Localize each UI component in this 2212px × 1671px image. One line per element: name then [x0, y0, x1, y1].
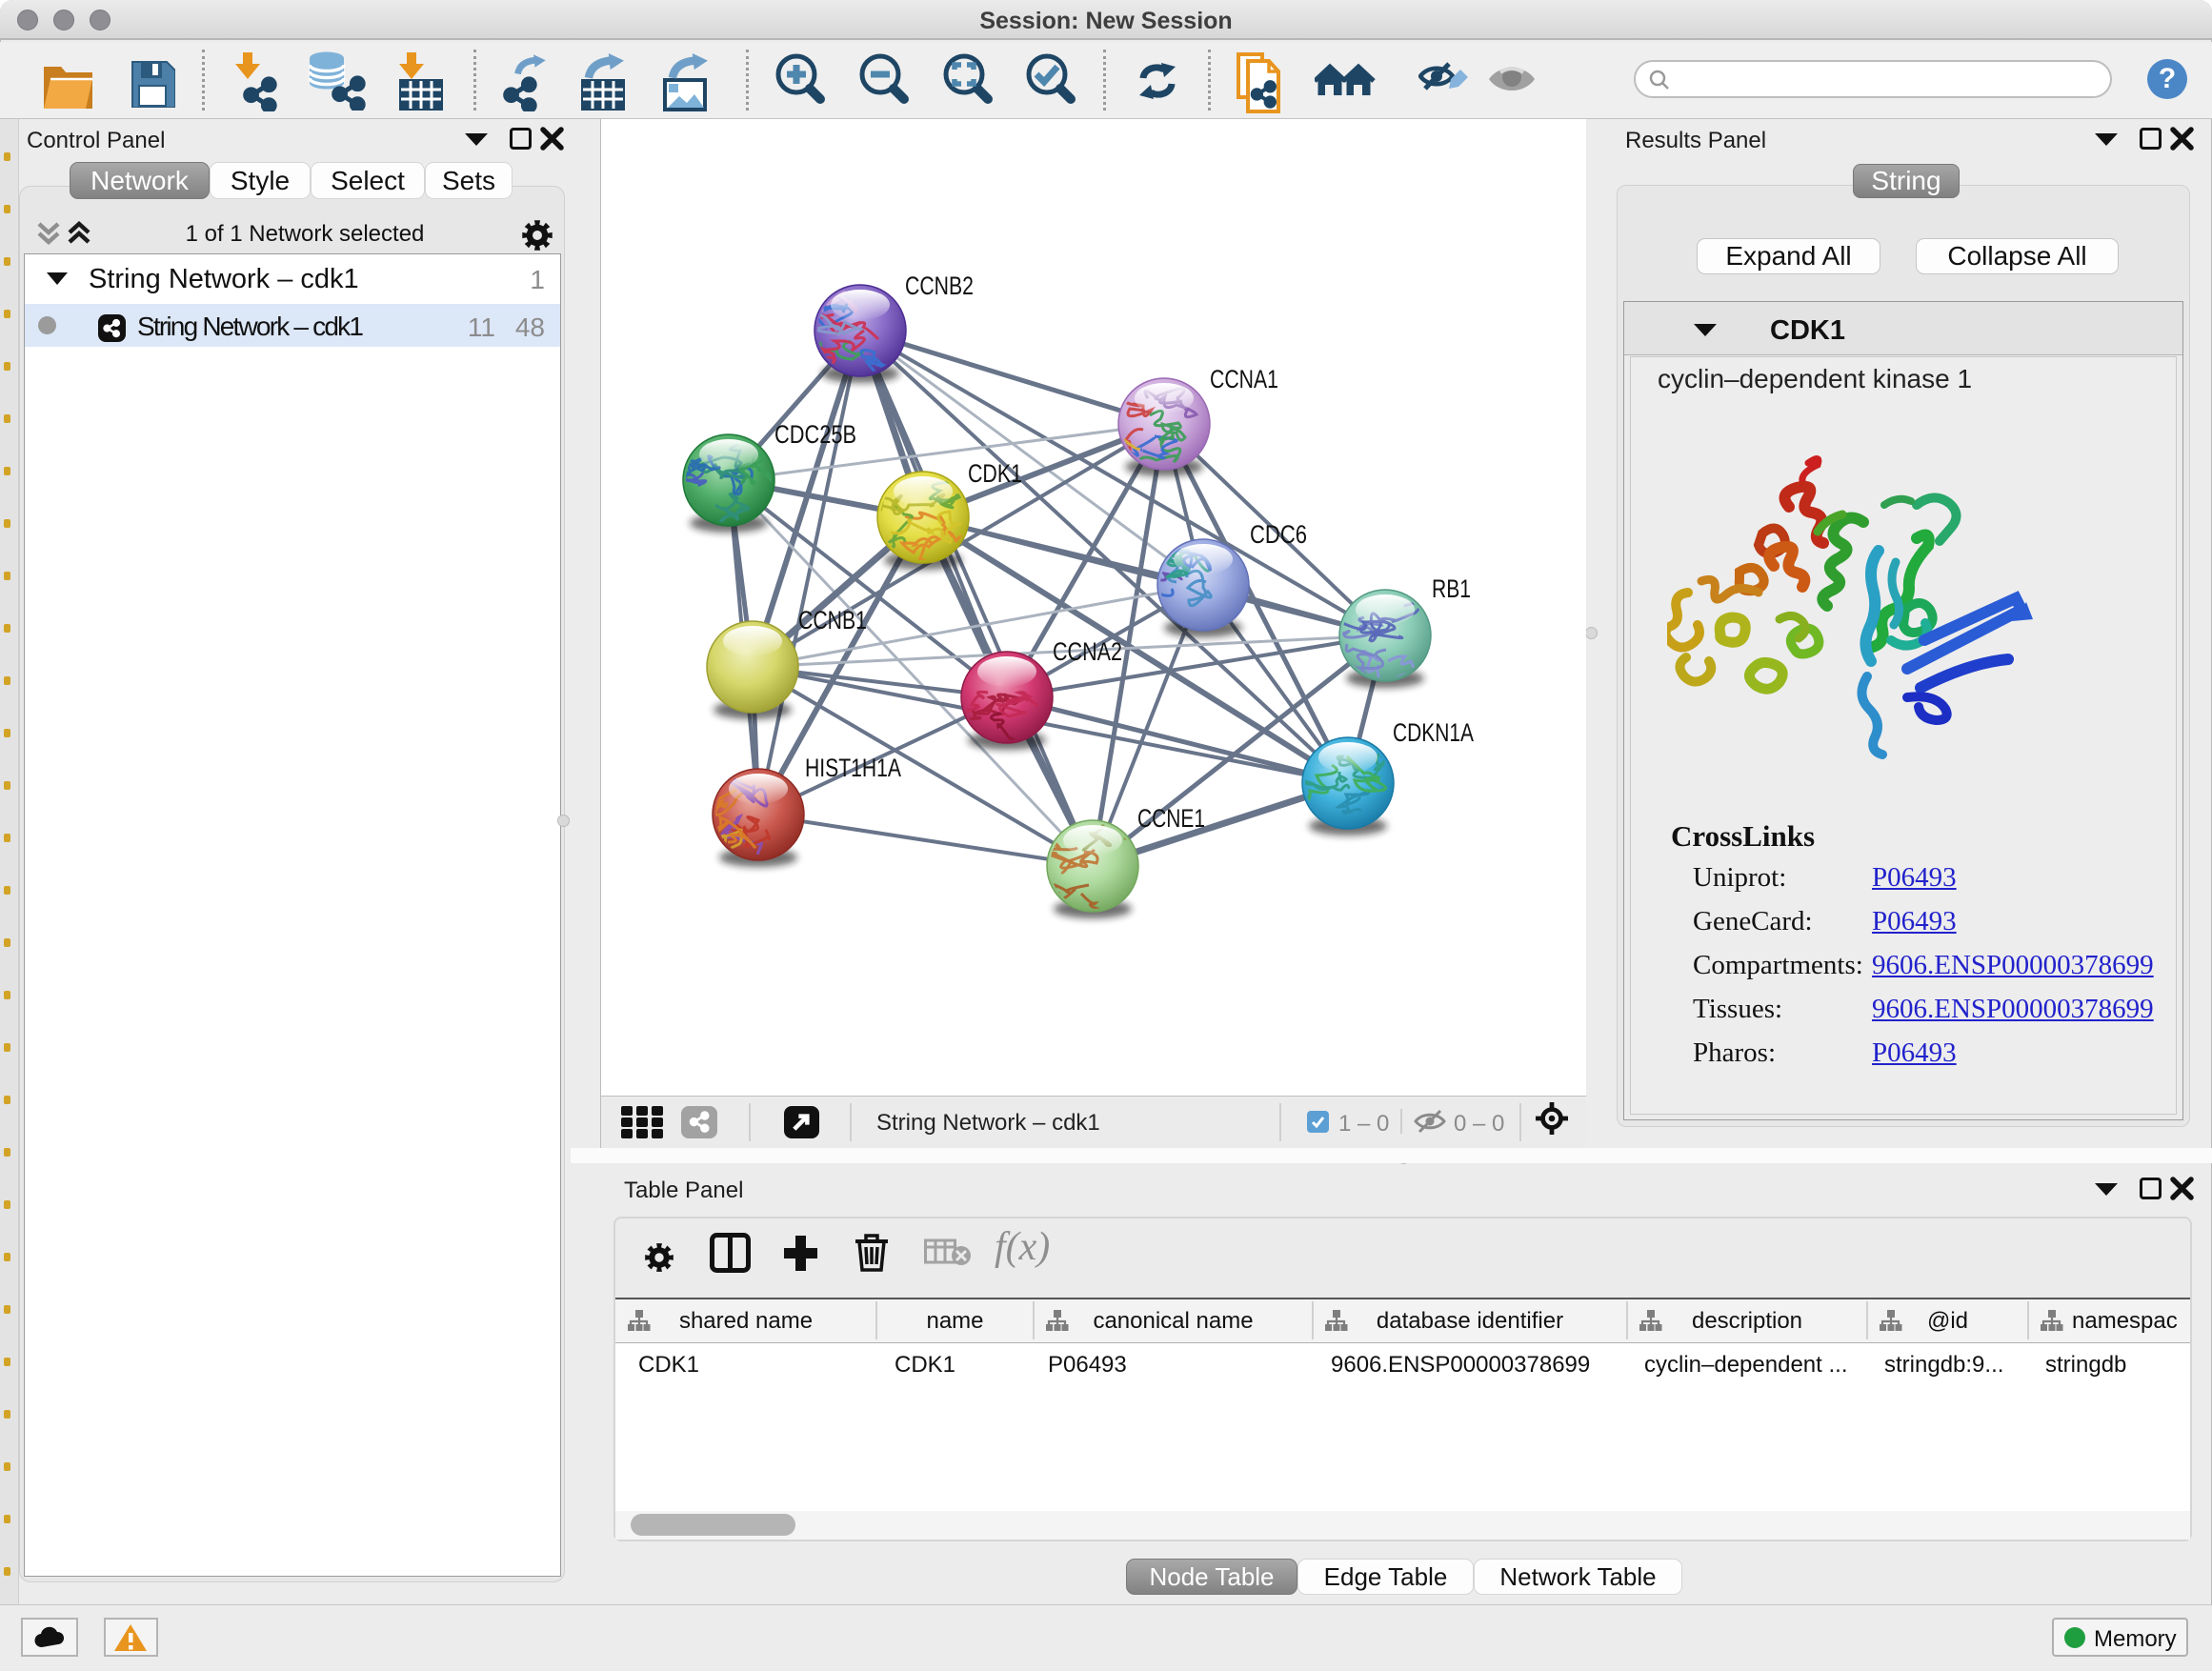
svg-text:CCNE1: CCNE1 [1137, 804, 1205, 833]
svg-text:CDC6: CDC6 [1250, 520, 1307, 549]
svg-text:CCNA1: CCNA1 [1210, 365, 1278, 393]
svg-text:CDC25B: CDC25B [774, 420, 856, 449]
svg-text:CDKN1A: CDKN1A [1393, 718, 1474, 747]
svg-text:HIST1H1A: HIST1H1A [805, 754, 901, 782]
svg-text:RB1: RB1 [1432, 574, 1471, 603]
svg-text:CCNB1: CCNB1 [798, 606, 867, 634]
svg-text:CCNA2: CCNA2 [1053, 637, 1122, 666]
svg-text:CDK1: CDK1 [968, 459, 1022, 488]
svg-text:CCNB2: CCNB2 [905, 272, 974, 300]
